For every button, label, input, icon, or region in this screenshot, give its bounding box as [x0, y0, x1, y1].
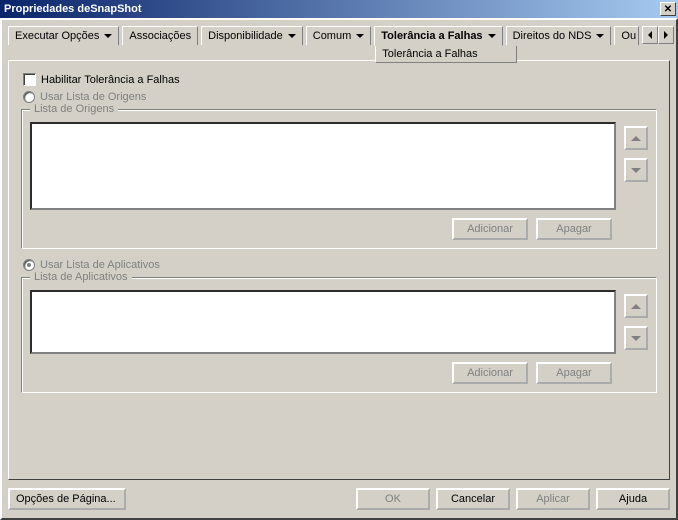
footer-buttons: Opções de Página... OK Cancelar Aplicar … — [8, 488, 670, 510]
subtab-tolerancia[interactable]: Tolerância a Falhas — [375, 46, 516, 63]
tab-label: Tolerância a Falhas — [381, 30, 482, 42]
origens-buttons: Adicionar Apagar — [30, 218, 648, 240]
close-button[interactable]: ✕ — [660, 2, 676, 16]
button-label: Ajuda — [619, 493, 647, 505]
arrow-down-icon — [631, 168, 641, 173]
move-up-button[interactable] — [624, 294, 648, 318]
tab-disponibilidade[interactable]: Disponibilidade — [201, 26, 303, 45]
origens-delete-button[interactable]: Apagar — [536, 218, 612, 240]
tab-scroll-right[interactable] — [658, 26, 674, 44]
titlebar: Propriedades deSnapShot ✕ — [0, 0, 678, 18]
chevron-down-icon — [104, 34, 112, 38]
checkbox-icon — [23, 73, 36, 86]
radio-label: Usar Lista de Origens — [40, 91, 146, 103]
page-options-button[interactable]: Opções de Página... — [8, 488, 126, 510]
button-label: Apagar — [556, 367, 591, 379]
origens-list-area — [30, 122, 648, 210]
origens-add-button[interactable]: Adicionar — [452, 218, 528, 240]
move-down-button[interactable] — [624, 158, 648, 182]
chevron-down-icon — [288, 34, 296, 38]
button-label: Adicionar — [467, 223, 513, 235]
button-label: Aplicar — [536, 493, 570, 505]
arrow-down-icon — [631, 336, 641, 341]
tab-label: Associações — [129, 30, 191, 42]
chevron-right-icon — [664, 31, 668, 39]
subtab-label: Tolerância a Falhas — [382, 48, 477, 60]
group-title: Lista de Origens — [30, 103, 118, 115]
tab-associacoes[interactable]: Associações — [122, 26, 198, 45]
apply-button[interactable]: Aplicar — [516, 488, 590, 510]
tab-outros-truncated[interactable]: Ou — [614, 26, 639, 45]
tab-comum[interactable]: Comum — [306, 26, 372, 45]
radio-icon — [23, 91, 35, 103]
chevron-down-icon — [488, 34, 496, 38]
tab-label: Executar Opções — [15, 30, 99, 42]
ok-button[interactable]: OK — [356, 488, 430, 510]
tab-scroll — [642, 26, 674, 44]
group-aplicativos: Lista de Aplicativos Adicionar Apagar — [21, 277, 657, 393]
chevron-left-icon — [648, 31, 652, 39]
button-label: Adicionar — [467, 367, 513, 379]
radio-icon — [23, 259, 35, 271]
close-icon: ✕ — [664, 4, 672, 15]
aplicativos-add-button[interactable]: Adicionar — [452, 362, 528, 384]
button-label: Opções de Página... — [16, 493, 116, 505]
tab-executar-opcoes[interactable]: Executar Opções — [8, 26, 119, 45]
tab-direitos-nds[interactable]: Direitos do NDS — [506, 26, 612, 45]
aplicativos-listbox[interactable] — [30, 290, 616, 354]
help-button[interactable]: Ajuda — [596, 488, 670, 510]
group-origens: Lista de Origens Adicionar Apagar — [21, 109, 657, 249]
move-up-button[interactable] — [624, 126, 648, 150]
arrow-up-icon — [631, 136, 641, 141]
checkbox-label: Habilitar Tolerância a Falhas — [41, 74, 180, 86]
tab-scroll-left[interactable] — [642, 26, 658, 44]
aplicativos-delete-button[interactable]: Apagar — [536, 362, 612, 384]
tab-label: Disponibilidade — [208, 30, 283, 42]
group-title: Lista de Aplicativos — [30, 271, 132, 283]
aplicativos-buttons: Adicionar Apagar — [30, 362, 648, 384]
chevron-down-icon — [356, 34, 364, 38]
tab-label: Direitos do NDS — [513, 30, 592, 42]
button-label: Apagar — [556, 223, 591, 235]
origens-order-controls — [624, 126, 648, 182]
arrow-up-icon — [631, 304, 641, 309]
radio-origens-row[interactable]: Usar Lista de Origens — [23, 91, 659, 103]
radio-label: Usar Lista de Aplicativos — [40, 259, 160, 271]
radio-aplicativos-row[interactable]: Usar Lista de Aplicativos — [23, 259, 659, 271]
button-label: OK — [385, 493, 401, 505]
aplicativos-list-area — [30, 290, 648, 354]
tab-tolerancia[interactable]: Tolerância a Falhas Tolerância a Falhas — [374, 26, 502, 46]
window-title: Propriedades deSnapShot — [4, 3, 658, 15]
cancel-button[interactable]: Cancelar — [436, 488, 510, 510]
chevron-down-icon — [596, 34, 604, 38]
origens-listbox[interactable] — [30, 122, 616, 210]
tab-label: Comum — [313, 30, 352, 42]
checkbox-habilitar-row[interactable]: Habilitar Tolerância a Falhas — [23, 73, 659, 86]
tab-label: Ou — [621, 30, 636, 42]
content-panel: Habilitar Tolerância a Falhas Usar Lista… — [8, 60, 670, 480]
button-label: Cancelar — [451, 493, 495, 505]
aplicativos-order-controls — [624, 294, 648, 350]
tab-bar: Executar Opções Associações Disponibilid… — [8, 26, 670, 60]
move-down-button[interactable] — [624, 326, 648, 350]
window-body: Executar Opções Associações Disponibilid… — [0, 18, 678, 520]
